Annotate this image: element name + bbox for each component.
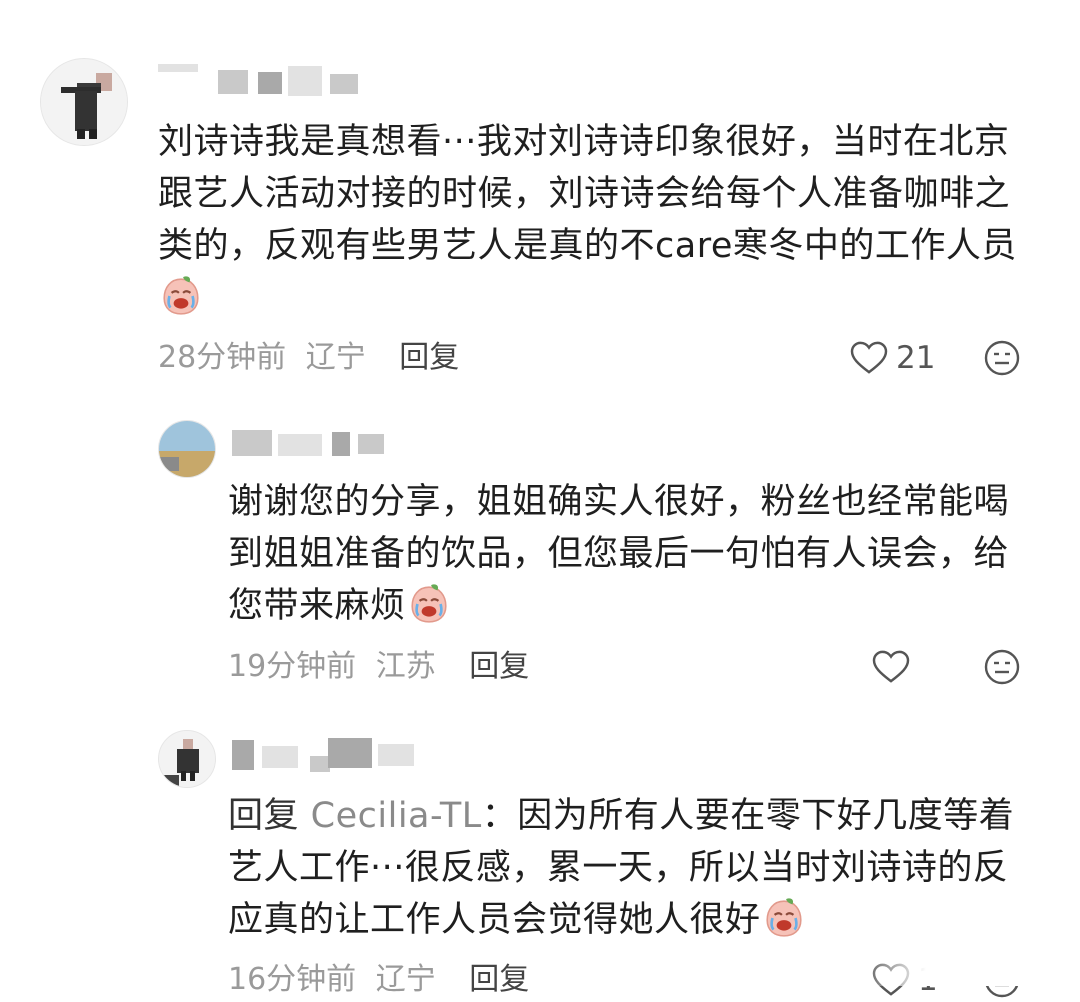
comment-3: 回复 Cecilia-TL：因为所有人要在零下好几度等着艺人工作···很反感，累… — [0, 710, 1080, 998]
emoji-face-icon[interactable] — [984, 649, 1020, 685]
avatar[interactable] — [158, 420, 216, 478]
like-count: 21 — [896, 340, 936, 376]
location: 辽宁 — [305, 340, 366, 375]
comment-1: 刘诗诗我是真想看···我对刘诗诗印象很好，当时在北京跟艺人活动对接的时候，刘诗诗… — [0, 0, 1080, 400]
timestamp: 28分钟前 — [158, 340, 287, 375]
comment-meta: 16分钟前 辽宁 回复 — [228, 958, 529, 1002]
username-blurred[interactable] — [228, 734, 428, 774]
like-button[interactable] — [872, 645, 910, 689]
location: 辽宁 — [375, 962, 436, 997]
mention-link[interactable]: Cecilia-TL — [311, 796, 482, 836]
watermark-fade — [860, 950, 1080, 986]
crying-emoji-icon — [763, 897, 805, 939]
heart-icon — [872, 650, 910, 683]
comment-meta: 28分钟前 辽宁 回复 — [158, 336, 459, 380]
crying-emoji-icon — [408, 583, 450, 625]
heart-icon — [850, 341, 888, 374]
username-blurred[interactable] — [228, 424, 398, 464]
like-button[interactable]: 21 — [850, 336, 935, 380]
username-blurred[interactable] — [158, 60, 368, 100]
avatar[interactable] — [40, 58, 128, 146]
timestamp: 16分钟前 — [228, 962, 357, 997]
comment-2: 谢谢您的分享，姐姐确实人很好，粉丝也经常能喝到姐姐准备的饮品，但您最后一句怕有人… — [0, 400, 1080, 710]
comment-body: 谢谢您的分享，姐姐确实人很好，粉丝也经常能喝到姐姐准备的饮品，但您最后一句怕有人… — [228, 482, 1010, 626]
reply-button[interactable]: 回复 — [469, 962, 529, 997]
crying-emoji-icon — [160, 275, 202, 317]
comment-body: 刘诗诗我是真想看···我对刘诗诗印象很好，当时在北京跟艺人活动对接的时候，刘诗诗… — [158, 122, 1017, 266]
comment-text: 回复 Cecilia-TL：因为所有人要在零下好几度等着艺人工作···很反感，累… — [228, 790, 1028, 946]
comment-text: 谢谢您的分享，姐姐确实人很好，粉丝也经常能喝到姐姐准备的饮品，但您最后一句怕有人… — [228, 476, 1018, 632]
comment-meta: 19分钟前 江苏 回复 — [228, 645, 529, 689]
reply-prefix: 回复 — [228, 796, 300, 836]
avatar[interactable] — [158, 730, 216, 788]
reply-button[interactable]: 回复 — [469, 649, 529, 684]
emoji-face-icon[interactable] — [984, 340, 1020, 376]
location: 江苏 — [375, 649, 436, 684]
timestamp: 19分钟前 — [228, 649, 357, 684]
reply-button[interactable]: 回复 — [399, 340, 459, 375]
comment-text: 刘诗诗我是真想看···我对刘诗诗印象很好，当时在北京跟艺人活动对接的时候，刘诗诗… — [158, 116, 1028, 324]
